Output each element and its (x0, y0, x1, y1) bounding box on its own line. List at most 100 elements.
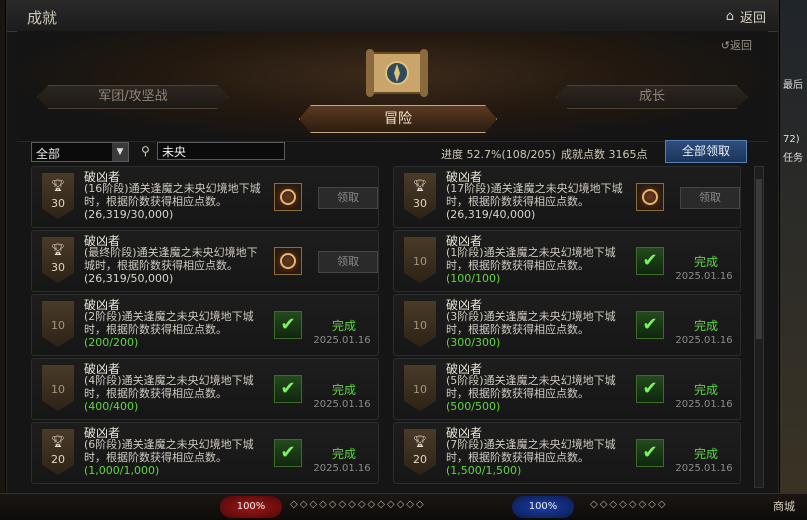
badge-points: 30 (413, 197, 427, 210)
completed-date: 2025.01.16 (675, 399, 733, 410)
point-badge: 10 (404, 365, 436, 411)
achievement-card: 🏆︎ 20 破凶者 (6阶段)通关逢魔之未央幻境地下城时，根据阶数获得相应点数。 (1,… (31, 422, 379, 484)
achievement-card: 10 破凶者 (1阶段)通关逢魔之未央幻境地下城时，根据阶数获得相应点数。 (100/… (393, 230, 741, 292)
badge-points: 10 (413, 255, 427, 268)
claim-all-button[interactable]: 全部领取 (665, 140, 747, 163)
back-link[interactable]: ↺返回 (721, 37, 752, 53)
achievement-card: 10 破凶者 (4阶段)通关逢魔之未央幻境地下城时，根据阶数获得相应点数。 (400/… (31, 358, 379, 420)
tab-adventure[interactable]: 冒险 (299, 105, 497, 133)
progress-value: 52.7%(108/205) (466, 148, 556, 161)
completed-label: 完成 (693, 447, 718, 461)
completed-date: 2025.01.16 (313, 399, 371, 410)
search-icon: ⚲ (141, 144, 150, 158)
claim-button[interactable]: 领取 (318, 251, 378, 273)
window-title: 成就 (27, 9, 58, 27)
achievement-stage: (17阶段) (446, 182, 491, 195)
badge-points: 10 (51, 319, 65, 332)
reward-chest-icon[interactable] (274, 183, 302, 211)
achievement-description: (17阶段)通关逢魔之未央幻境地下城时，根据阶数获得相应点数。 (26,319/4… (446, 182, 630, 221)
badge-points: 20 (413, 453, 427, 466)
completed-label: 完成 (331, 319, 356, 333)
completed-label: 完成 (331, 447, 356, 461)
points-label: 成就点数 (561, 148, 605, 161)
point-badge: 10 (42, 365, 74, 411)
achievement-description: (1阶段)通关逢魔之未央幻境地下城时，根据阶数获得相应点数。 (100/100) (446, 246, 630, 285)
achievement-window: 成就 ⌂ 返回 ↺返回 军团/攻坚战 成长 冒险 全部 ▼ ⚲ 进度 52.7%… (6, 0, 779, 494)
completed-date: 2025.01.16 (675, 271, 733, 282)
achievement-progress: (1,000/1,000) (84, 464, 160, 477)
trophy-icon: 🏆︎ (51, 243, 65, 256)
check-icon: ✔ (274, 375, 302, 403)
achievement-progress: (400/400) (84, 400, 139, 413)
reward-chest-icon[interactable] (636, 183, 664, 211)
achievement-description: (7阶段)通关逢魔之未央幻境地下城时，根据阶数获得相应点数。 (1,500/1,5… (446, 438, 630, 477)
point-badge: 10 (42, 301, 74, 347)
achievement-card: 🏆︎ 30 破凶者 (最终阶段)通关逢魔之未央幻境地下城时，根据阶数获得相应点数。 (2… (31, 230, 379, 292)
achievement-stage: (16阶段) (84, 182, 129, 195)
completed-date: 2025.01.16 (313, 335, 371, 346)
completed-date: 2025.01.16 (675, 463, 733, 474)
achievement-progress: (1,500/1,500) (446, 464, 522, 477)
achievement-card: 10 破凶者 (5阶段)通关逢魔之未央幻境地下城时，根据阶数获得相应点数。 (500/… (393, 358, 741, 420)
achievement-description: (5阶段)通关逢魔之未央幻境地下城时，根据阶数获得相应点数。 (500/500) (446, 374, 630, 413)
skill-bar-right[interactable]: ◇◇◇◇◇◇◇◇ (590, 499, 668, 510)
check-icon: ✔ (636, 311, 664, 339)
completed-date: 2025.01.16 (675, 335, 733, 346)
shop-button[interactable]: 商城 (773, 498, 795, 514)
back-arrow-icon: ↺ (720, 39, 730, 52)
achievement-stage: (2阶段) (84, 310, 122, 323)
achievement-card: 10 破凶者 (3阶段)通关逢魔之未央幻境地下城时，根据阶数获得相应点数。 (300/… (393, 294, 741, 356)
achievement-stage: (6阶段) (84, 438, 122, 451)
achievement-card: 🏆︎ 20 破凶者 (7阶段)通关逢魔之未央幻境地下城时，根据阶数获得相应点数。 (1,… (393, 422, 741, 484)
point-badge: 10 (404, 301, 436, 347)
achievement-description: (16阶段)通关逢魔之未央幻境地下城时，根据阶数获得相应点数。 (26,319/3… (84, 182, 268, 221)
claim-button[interactable]: 领取 (318, 187, 378, 209)
achievement-stage: (5阶段) (446, 374, 484, 387)
point-badge: 10 (404, 237, 436, 283)
claim-button[interactable]: 领取 (680, 187, 740, 209)
tab-growth[interactable]: 成长 (556, 85, 748, 109)
achievement-progress: (100/100) (446, 272, 501, 285)
achievement-progress: (26,319/30,000) (84, 208, 174, 221)
home-return-label: 返回 (739, 11, 766, 26)
badge-points: 30 (51, 261, 65, 274)
achievement-stage: (3阶段) (446, 310, 484, 323)
side-text-2: 72) (783, 134, 800, 145)
check-icon: ✔ (636, 375, 664, 403)
badge-points: 20 (51, 453, 65, 466)
tab-legion[interactable]: 军团/攻坚战 (37, 85, 229, 109)
achievement-progress: (200/200) (84, 336, 139, 349)
achievement-progress: (26,319/40,000) (446, 208, 536, 221)
reward-chest-icon[interactable] (274, 247, 302, 275)
achievement-list: 🏆︎ 30 破凶者 (16阶段)通关逢魔之未央幻境地下城时，根据阶数获得相应点数。 (2… (31, 166, 753, 491)
check-icon: ✔ (636, 247, 664, 275)
achievement-progress: (500/500) (446, 400, 501, 413)
completed-label: 完成 (693, 383, 718, 397)
badge-points: 10 (51, 383, 65, 396)
point-badge: 🏆︎ 30 (404, 173, 436, 219)
badge-points: 10 (413, 319, 427, 332)
category-header: ↺返回 军团/攻坚战 成长 冒险 (17, 31, 768, 142)
badge-points: 10 (413, 383, 427, 396)
completed-label: 完成 (693, 319, 718, 333)
check-icon: ✔ (274, 439, 302, 467)
scroll-compass-icon (366, 49, 428, 97)
list-scrollbar[interactable] (754, 166, 764, 488)
achievement-card: 🏆︎ 30 破凶者 (16阶段)通关逢魔之未央幻境地下城时，根据阶数获得相应点数。 (2… (31, 166, 379, 228)
achievement-description: (6阶段)通关逢魔之未央幻境地下城时，根据阶数获得相应点数。 (1,000/1,0… (84, 438, 268, 477)
skill-bar-left[interactable]: ◇◇◇◇◇◇◇◇◇◇◇◇◇◇ (290, 499, 426, 510)
point-badge: 🏆︎ 30 (42, 237, 74, 283)
home-return-button[interactable]: ⌂ 返回 (726, 7, 766, 26)
search-input[interactable] (157, 142, 285, 160)
achievement-description: (2阶段)通关逢魔之未央幻境地下城时，根据阶数获得相应点数。 (200/200) (84, 310, 268, 349)
side-text-3: 任务 (783, 153, 803, 164)
filter-dropdown[interactable]: 全部 ▼ (31, 142, 129, 162)
mp-orb: 100% (512, 496, 574, 518)
game-hud: 100% ◇◇◇◇◇◇◇◇◇◇◇◇◇◇ 100% ◇◇◇◇◇◇◇◇ 商城 (0, 493, 807, 520)
progress-label: 进度 (441, 148, 463, 161)
scroll-thumb[interactable] (756, 179, 762, 339)
achievement-description: (最终阶段)通关逢魔之未央幻境地下城时，根据阶数获得相应点数。 (26,319/5… (84, 246, 268, 285)
progress-text: 进度 52.7%(108/205) (441, 146, 556, 162)
trophy-icon: 🏆︎ (51, 179, 65, 192)
completed-label: 完成 (693, 255, 718, 269)
